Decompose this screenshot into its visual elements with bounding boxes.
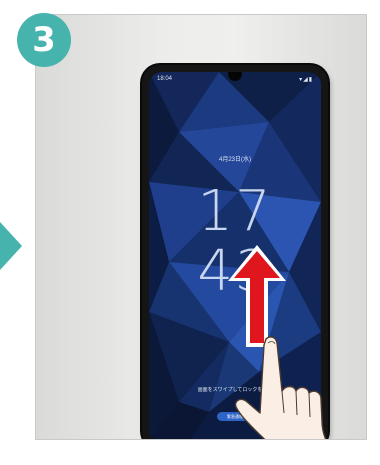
status-bar-time: 18:04 [157, 76, 173, 82]
step-number-badge: 3 [17, 13, 71, 67]
lock-screen-date: 4月23日(水) [218, 157, 251, 163]
status-bar-icons: ▾◢▮ [299, 77, 313, 83]
next-step-arrow-icon [0, 222, 22, 270]
clock-hour: 17 [197, 179, 273, 244]
photo-frame: 18:04 ▾◢▮ 4月23日(水) 17 43 画面をスワイプしてロックを解除… [35, 14, 367, 440]
pointing-hand-icon [234, 336, 327, 439]
